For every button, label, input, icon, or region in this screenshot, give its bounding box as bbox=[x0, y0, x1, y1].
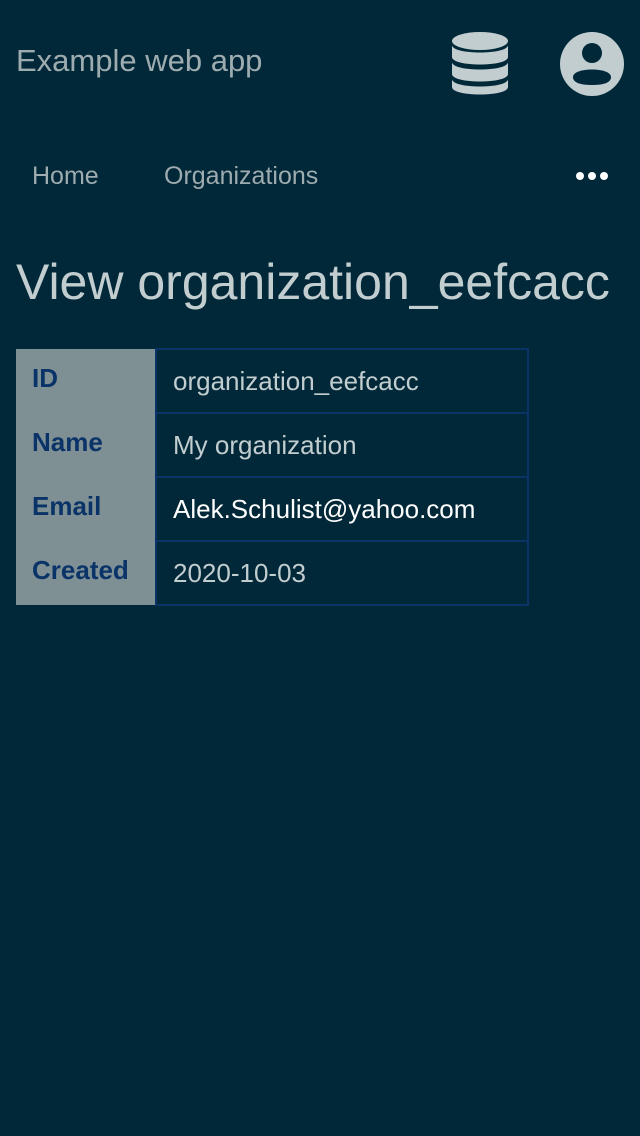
details-row-created: Created 2020-10-03 bbox=[16, 541, 528, 605]
app-header: Example web app bbox=[0, 0, 640, 124]
details-value: organization_eefcacc bbox=[156, 349, 528, 413]
details-label: Created bbox=[16, 541, 156, 605]
main-nav: Home Organizations bbox=[0, 150, 640, 202]
nav-item-organizations[interactable]: Organizations bbox=[164, 159, 318, 193]
details-row-id: ID organization_eefcacc bbox=[16, 349, 528, 413]
details-row-email: Email Alek.Schulist@yahoo.com bbox=[16, 477, 528, 541]
database-icon[interactable] bbox=[450, 31, 510, 97]
page-title: View organization_eefcacc bbox=[16, 252, 610, 312]
organization-details-table: ID organization_eefcacc Name My organiza… bbox=[16, 348, 529, 606]
details-row-name: Name My organization bbox=[16, 413, 528, 477]
user-avatar-icon[interactable] bbox=[559, 31, 625, 97]
details-value: 2020-10-03 bbox=[156, 541, 528, 605]
details-value-email-link[interactable]: Alek.Schulist@yahoo.com bbox=[156, 477, 528, 541]
details-value: My organization bbox=[156, 413, 528, 477]
details-label: Email bbox=[16, 477, 156, 541]
more-horizontal-icon[interactable] bbox=[572, 164, 612, 188]
details-label: Name bbox=[16, 413, 156, 477]
app-title[interactable]: Example web app bbox=[16, 42, 262, 80]
details-label: ID bbox=[16, 349, 156, 413]
nav-item-home[interactable]: Home bbox=[32, 159, 99, 193]
